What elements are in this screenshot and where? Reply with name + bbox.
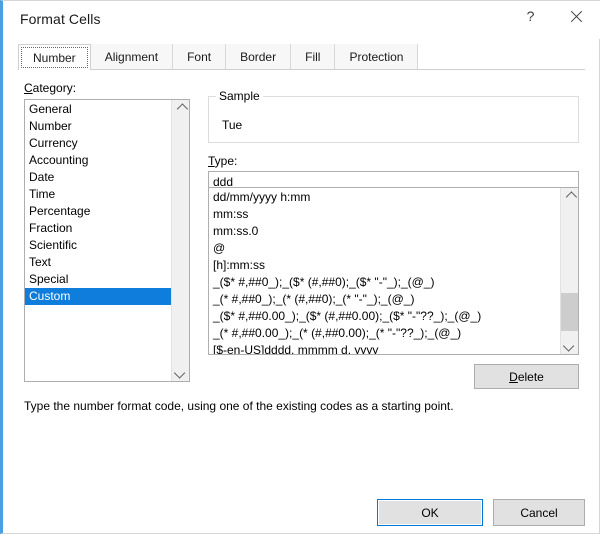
tab-strip-filler: [418, 44, 585, 69]
help-text: Type the number format code, using one o…: [24, 399, 579, 414]
list-item[interactable]: _($* #,##0.00_);_($* (#,##0.00);_($* "-"…: [209, 308, 560, 325]
list-item[interactable]: Special: [25, 271, 171, 288]
list-item[interactable]: Number: [25, 118, 171, 135]
list-item[interactable]: _($* #,##0_);_($* (#,##0);_($* "-"_);_(@…: [209, 274, 560, 291]
tab-protection-label: Protection: [349, 50, 403, 64]
tab-strip: Number Alignment Font Border Fill Protec…: [18, 44, 585, 70]
category-label: Category:: [24, 81, 76, 95]
category-label-accel: C: [24, 81, 33, 95]
tab-font[interactable]: Font: [173, 44, 226, 69]
delete-button[interactable]: Delete: [474, 364, 579, 389]
help-button[interactable]: ?: [508, 1, 553, 31]
ok-button-label: OK: [421, 506, 438, 520]
list-item[interactable]: Percentage: [25, 203, 171, 220]
delete-button-accel: D: [509, 370, 518, 384]
list-item[interactable]: [$-en-US]dddd, mmmm d, yyyy: [209, 342, 560, 354]
list-item[interactable]: [h]:mm:ss: [209, 257, 560, 274]
category-list-items: General Number Currency Accounting Date …: [25, 100, 171, 381]
close-icon: [570, 10, 583, 23]
tab-alignment[interactable]: Alignment: [91, 44, 173, 69]
list-item[interactable]: @: [209, 240, 560, 257]
close-button[interactable]: [554, 1, 599, 31]
list-item-selected[interactable]: Custom: [25, 288, 171, 305]
tab-fill-label: Fill: [305, 50, 320, 64]
sample-legend: Sample: [216, 89, 263, 103]
scroll-down-icon[interactable]: [172, 364, 189, 381]
tab-border-label: Border: [240, 50, 276, 64]
dialog-title: Format Cells: [20, 11, 101, 27]
cancel-button-label: Cancel: [520, 506, 557, 520]
sample-groupbox: [208, 96, 579, 143]
sample-value: Tue: [222, 118, 242, 132]
scroll-up-icon[interactable]: [172, 100, 189, 117]
list-item[interactable]: Fraction: [25, 220, 171, 237]
list-item[interactable]: mm:ss: [209, 206, 560, 223]
list-item[interactable]: Date: [25, 169, 171, 186]
list-item[interactable]: General: [25, 101, 171, 118]
type-scrollbar[interactable]: [560, 188, 578, 354]
tab-alignment-label: Alignment: [105, 50, 158, 64]
category-listbox[interactable]: General Number Currency Accounting Date …: [24, 99, 190, 382]
scroll-up-icon[interactable]: [561, 188, 578, 205]
tab-font-label: Font: [187, 50, 211, 64]
category-scrollbar[interactable]: [171, 100, 189, 381]
list-item[interactable]: Time: [25, 186, 171, 203]
list-item[interactable]: Accounting: [25, 152, 171, 169]
tab-number[interactable]: Number: [18, 44, 91, 70]
ok-button[interactable]: OK: [377, 499, 483, 526]
scroll-down-icon[interactable]: [561, 337, 578, 354]
list-item[interactable]: Currency: [25, 135, 171, 152]
list-item[interactable]: Text: [25, 254, 171, 271]
list-item[interactable]: mm:ss.0: [209, 223, 560, 240]
type-label-accel: T: [208, 154, 215, 168]
tab-fill[interactable]: Fill: [291, 44, 335, 69]
type-list-items: dd/mm/yyyy h:mm mm:ss mm:ss.0 @ [h]:mm:s…: [209, 188, 560, 354]
type-label: Type:: [208, 154, 237, 168]
cancel-button[interactable]: Cancel: [493, 499, 585, 526]
scrollbar-thumb[interactable]: [561, 293, 578, 331]
tab-border[interactable]: Border: [226, 44, 291, 69]
title-bar: Format Cells ?: [3, 1, 600, 39]
delete-button-label: elete: [518, 370, 544, 384]
number-tab-panel: Category: General Number Currency Accoun…: [18, 69, 585, 419]
tab-protection[interactable]: Protection: [335, 44, 418, 69]
type-listbox[interactable]: dd/mm/yyyy h:mm mm:ss mm:ss.0 @ [h]:mm:s…: [208, 187, 579, 355]
list-item[interactable]: Scientific: [25, 237, 171, 254]
type-label-rest: ype:: [215, 154, 238, 168]
focus-ring: [21, 47, 88, 68]
format-cells-dialog: Format Cells ? Number Alignment Font Bor…: [0, 0, 600, 534]
category-label-rest: ategory:: [33, 81, 76, 95]
list-item[interactable]: dd/mm/yyyy h:mm: [209, 189, 560, 206]
list-item[interactable]: _(* #,##0_);_(* (#,##0);_(* "-"_);_(@_): [209, 291, 560, 308]
list-item[interactable]: _(* #,##0.00_);_(* (#,##0.00);_(* "-"??_…: [209, 325, 560, 342]
